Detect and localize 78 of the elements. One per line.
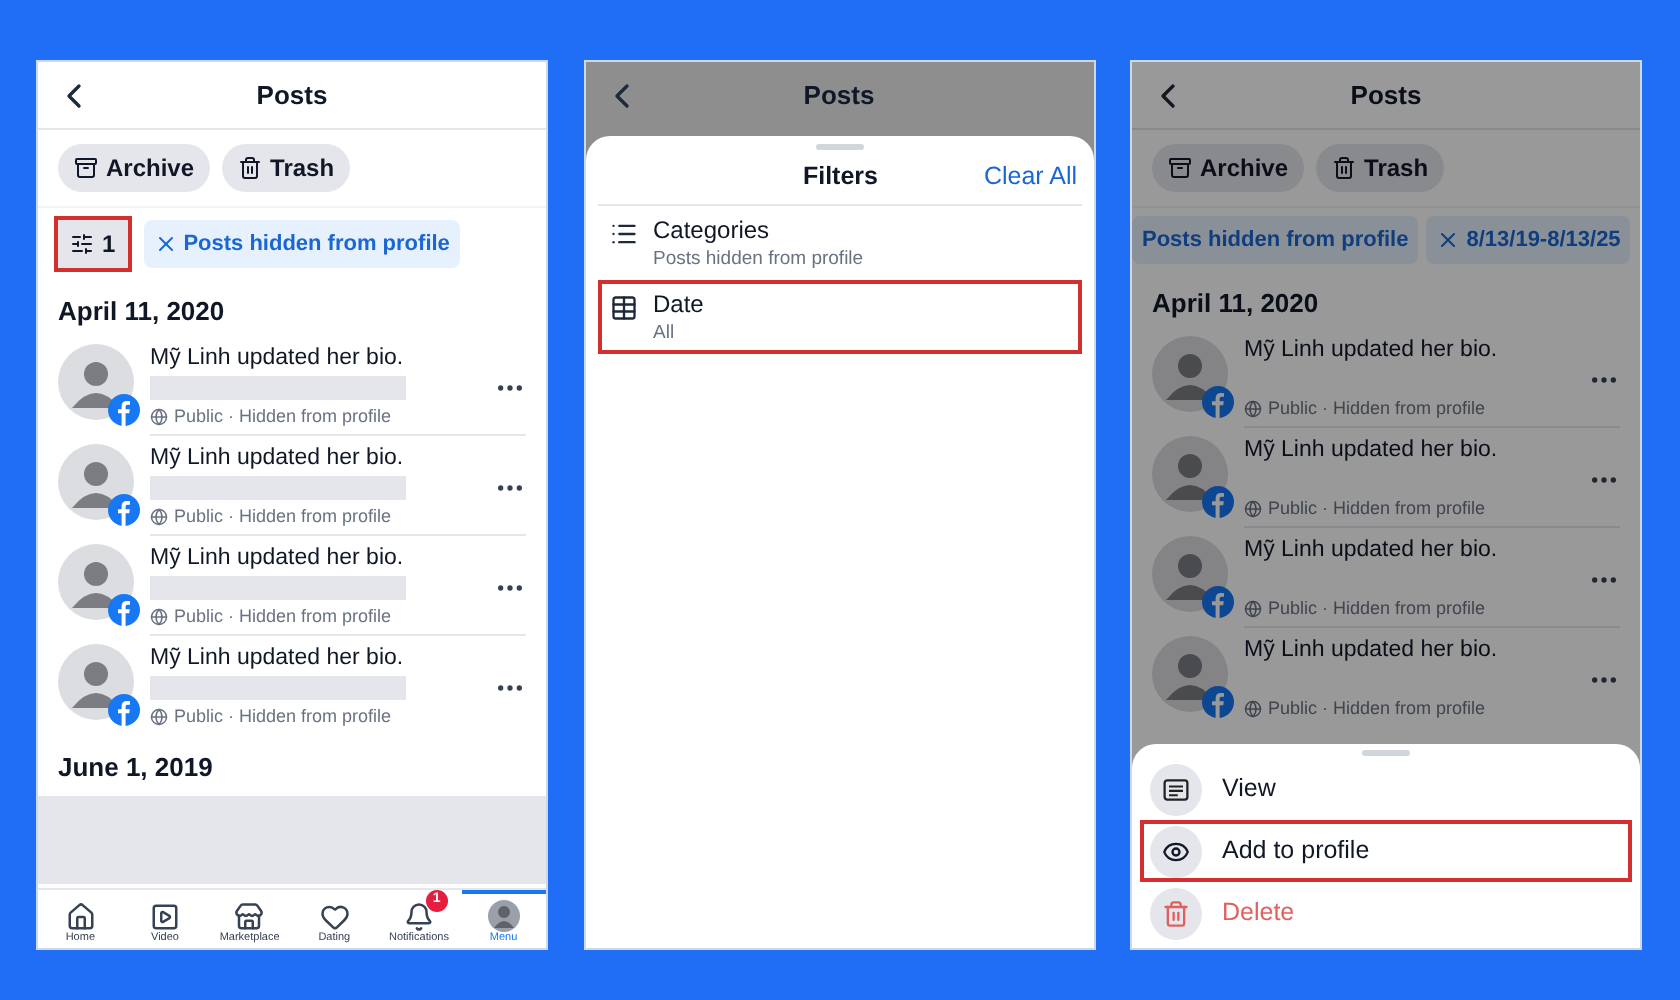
clear-all-link[interactable]: Clear All [983,158,1081,196]
globe-icon [150,607,168,626]
option-label: Categories [653,214,772,246]
page-title: Posts [1348,77,1424,114]
sheet-title: Filters [800,160,878,195]
globe-icon [150,407,168,426]
eye-icon [1162,837,1190,865]
filter-label: Posts hidden from profile [183,229,450,260]
post-meta: Public · Hidden from profile [1268,495,1486,522]
menu-item[interactable]: Add to profile [1140,820,1632,882]
post-text: Mỹ Linh updated her bio. [150,443,406,471]
post-meta: Public · Hidden from profile [1268,695,1486,722]
date-heading: April 11, 2020 [1150,286,1321,322]
filter-chip-button[interactable]: Trash [222,144,351,192]
logo-badge-icon [1202,585,1234,617]
post-text: Mỹ Linh updated her bio. [150,343,406,371]
menu-label: Add to profile [1222,834,1370,869]
option-value: All [653,320,677,346]
post-text: Mỹ Linh updated her bio. [150,643,406,671]
sliders-icon [70,232,94,256]
post-meta: Public · Hidden from profile [174,403,392,430]
post-text: Mỹ Linh updated her bio. [150,543,406,571]
filter-chip-button[interactable]: Archive [1152,144,1305,192]
filter-label: Posts hidden from profile [1142,225,1409,256]
archive-icon [74,156,98,180]
globe-icon [150,507,168,526]
filter-chip-button[interactable]: Trash [1316,144,1445,192]
globe-icon [1244,399,1262,418]
list-icon [609,220,637,248]
active-filter-chip[interactable]: Posts hidden from profile [143,220,460,268]
play-icon [149,902,180,932]
date-heading: April 11, 2020 [56,294,227,330]
filter-chip-button[interactable]: Archive [58,144,211,192]
post-meta: Public · Hidden from profile [1268,595,1486,622]
post-text: Mỹ Linh updated her bio. [1244,335,1500,363]
sheet-handle [815,144,863,150]
trash-icon [1162,899,1190,927]
post-text: Mỹ Linh updated her bio. [1244,635,1500,663]
logo-badge-icon [108,393,140,425]
trash-icon [1332,156,1357,180]
post-meta: Public · Hidden from profile [1268,395,1486,422]
globe-icon [1244,599,1262,618]
sheet-handle [1362,750,1410,756]
logo-badge-icon [1202,385,1234,417]
heart-icon [319,902,350,932]
option-value: Posts hidden from profile [653,246,864,272]
filter-label: 8/13/19-8/13/25 [1466,225,1621,256]
globe-icon [1244,499,1262,518]
document-icon [1162,775,1190,803]
table-icon [609,294,637,322]
globe-icon [150,707,168,726]
filter-option[interactable]: Date All [597,280,1081,354]
post-meta: Public · Hidden from profile [174,503,392,530]
logo-badge-icon [108,693,140,725]
post-text: Mỹ Linh updated her bio. [1244,435,1500,463]
option-label: Date [653,288,704,320]
globe-icon [1244,699,1262,718]
home-icon [65,902,96,932]
filter-button[interactable]: 1 [54,216,132,272]
menu-label: View [1222,772,1276,807]
post-meta: Public · Hidden from profile [174,603,392,630]
bell-icon [403,902,434,932]
page-title: Posts [254,77,330,114]
archive-icon [1168,156,1192,180]
remove-icon[interactable] [1436,228,1461,252]
post-meta: Public · Hidden from profile [174,703,392,730]
menu-label: Delete [1222,896,1295,931]
avatar-icon [487,900,520,932]
logo-badge-icon [108,593,140,625]
logo-badge-icon [1202,485,1234,517]
date-heading: June 1, 2019 [56,749,215,785]
post-text: Mỹ Linh updated her bio. [1244,535,1500,563]
page-title: Posts [801,78,877,115]
logo-badge-icon [1202,685,1234,717]
store-icon [234,902,265,932]
remove-icon[interactable] [153,232,178,256]
logo-badge-icon [108,493,140,525]
trash-icon [238,156,263,180]
